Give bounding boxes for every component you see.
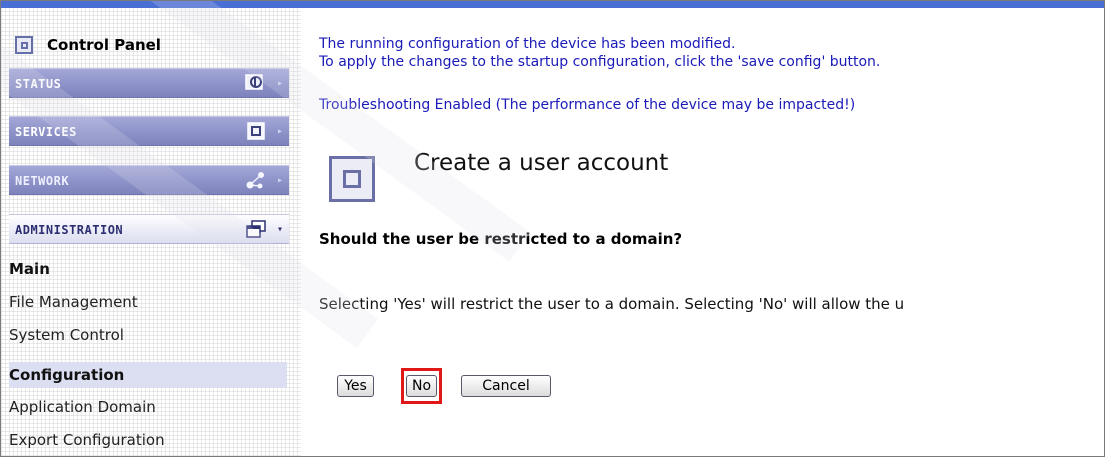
menu-item-label: Configuration [9, 366, 125, 384]
menu-item-label: File Management [9, 293, 138, 311]
control-panel-title: Control Panel [47, 36, 161, 54]
control-panel-icon [15, 36, 33, 54]
menu-item-label: Export Configuration [9, 431, 165, 449]
menu-item-file-management[interactable]: File Management [9, 289, 287, 315]
main-content: The running configuration of the device … [319, 8, 1104, 456]
nav-services[interactable]: SERVICES ▸ [9, 116, 289, 146]
yes-button[interactable]: Yes [337, 375, 374, 397]
menu-item-configuration[interactable]: Configuration [9, 362, 287, 388]
troubleshooting-message: Troubleshooting Enabled (The performance… [319, 97, 856, 113]
window: Control Panel STATUS ▸ SERVICES ▸ NETWOR… [0, 0, 1105, 457]
nav-administration[interactable]: ADMINISTRATION ▾ [9, 214, 289, 244]
sidebar: Control Panel STATUS ▸ SERVICES ▸ NETWOR… [1, 8, 301, 456]
menu-item-application-domain[interactable]: Application Domain [9, 394, 287, 420]
nav-status-label: STATUS [15, 77, 62, 91]
services-box-icon [245, 121, 267, 141]
page-title: Create a user account [414, 150, 669, 176]
control-panel-link[interactable]: Control Panel [15, 30, 161, 60]
menu-item-label: System Control [9, 326, 124, 344]
chevron-down-icon: ▾ [276, 224, 283, 235]
menu-item-main[interactable]: Main [9, 256, 287, 282]
status-monitor-icon [245, 73, 267, 93]
administration-windows-icon [245, 219, 267, 239]
chevron-right-icon: ▸ [276, 175, 283, 186]
top-bar [1, 1, 1104, 8]
save-config-instruction: To apply the changes to the startup conf… [319, 54, 881, 70]
nav-administration-label: ADMINISTRATION [15, 223, 124, 237]
nav-services-label: SERVICES [15, 125, 77, 139]
menu-item-export-configuration[interactable]: Export Configuration [9, 427, 287, 453]
user-account-icon [329, 156, 375, 202]
no-button-highlight [401, 368, 442, 404]
nav-network[interactable]: NETWORK ▸ [9, 165, 289, 195]
config-modified-message: The running configuration of the device … [319, 36, 736, 52]
nav-network-label: NETWORK [15, 174, 70, 188]
chevron-right-icon: ▸ [276, 126, 283, 137]
menu-item-label: Main [9, 260, 50, 278]
domain-restriction-question: Should the user be restricted to a domai… [319, 230, 683, 248]
menu-item-system-control[interactable]: System Control [9, 322, 287, 348]
menu-item-label: Application Domain [9, 398, 156, 416]
domain-restriction-description: Selecting 'Yes' will restrict the user t… [319, 295, 905, 313]
network-nodes-icon [245, 170, 267, 190]
nav-status[interactable]: STATUS ▸ [9, 68, 289, 98]
chevron-right-icon: ▸ [276, 78, 283, 89]
cancel-button[interactable]: Cancel [461, 375, 551, 397]
